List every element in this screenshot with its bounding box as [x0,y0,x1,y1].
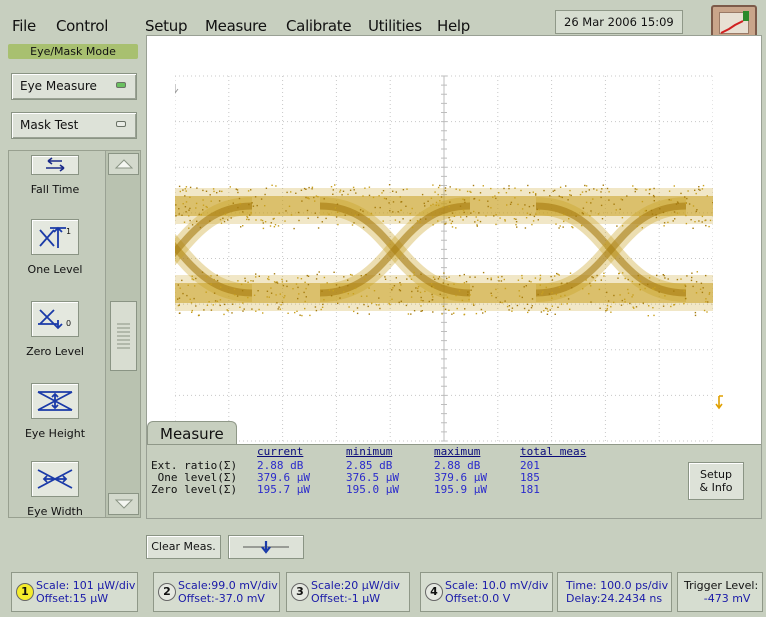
fall-time-tool[interactable]: Fall Time [9,155,101,196]
one-level-icon: 1 [31,219,79,255]
channel-2-text: Scale:99.0 mV/div Offset:-37.0 mV [178,579,278,605]
scroll-up-button[interactable] [108,153,139,175]
setup-info-button[interactable]: Setup & Info [688,462,744,500]
setup-label: Setup [699,468,733,481]
channel-1-status[interactable]: 1 Scale: 101 µW/div Offset:15 µW [11,572,138,612]
led-off-icon [116,121,126,127]
one-level-tool[interactable]: 1 One Level [9,219,101,276]
scroll-thumb[interactable] [110,301,137,371]
menu-control[interactable]: Control [56,17,108,35]
row-minimum: 2.85 dB [346,459,393,472]
row-minimum: 195.0 µW [346,483,399,496]
channel-1-badge: 1 [16,583,34,601]
arrow-down-icon [243,541,289,554]
svg-text:0: 0 [66,319,71,328]
eye-width-icon [31,461,79,497]
row-current: 2.88 dB [257,459,304,472]
info-label: & Info [699,481,733,494]
zero-level-icon: 0 [31,301,79,337]
menu-utilities[interactable]: Utilities [368,17,422,35]
eye-measure-button[interactable]: Eye Measure [11,73,137,100]
row-label: Ext. ratio(Σ) [151,459,238,472]
scroll-down-button[interactable] [108,493,139,515]
datetime-display: 26 Mar 2006 15:09 [555,10,683,34]
eye-width-label: Eye Width [27,505,83,518]
fall-time-label: Fall Time [30,183,80,196]
channel-2-status[interactable]: 2 Scale:99.0 mV/div Offset:-37.0 mV [153,572,280,612]
mask-test-label: Mask Test [20,118,79,132]
menu-file[interactable]: File [12,17,36,35]
header-current: current [257,445,304,458]
row-total: 181 [520,483,540,496]
menu-help[interactable]: Help [437,17,470,35]
row-maximum: 379.6 µW [434,471,487,484]
header-maximum: maximum [434,445,481,458]
arrow-down-button[interactable] [228,535,304,559]
eye-measure-label: Eye Measure [20,79,97,93]
measure-panel: current minimum maximum total meas Ext. … [147,444,761,518]
clear-meas-button[interactable]: Clear Meas. [146,535,221,559]
channel-3-badge: 3 [291,583,309,601]
one-level-label: One Level [27,263,83,276]
trigger-status[interactable]: Trigger Level: -473 mV [677,572,763,612]
row-maximum: 2.88 dB [434,459,481,472]
timebase-text: Time: 100.0 ps/div Delay:24.2434 ns [566,579,669,605]
row-label: Zero level(Σ) [151,483,238,496]
eye-width-tool[interactable]: Eye Width [9,461,101,518]
row-maximum: 195.9 µW [434,483,487,496]
measurement-palette: Fall Time 1 One Level 0 Zero Level Eye H… [8,150,141,518]
mode-label: Eye/Mask Mode [8,44,138,59]
led-on-icon [116,82,126,88]
row-total: 185 [520,471,540,484]
eye-height-icon [31,383,79,419]
channel-2-badge: 2 [158,583,176,601]
zero-level-label: Zero Level [26,345,84,358]
mask-test-button[interactable]: Mask Test [11,112,137,139]
channel-1-text: Scale: 101 µW/div Offset:15 µW [36,579,136,605]
channel-3-status[interactable]: 3 Scale:20 µW/div Offset:-1 µW [286,572,410,612]
timebase-status[interactable]: Time: 100.0 ps/div Delay:24.2434 ns [557,572,672,612]
menu-measure[interactable]: Measure [205,17,267,35]
menu-calibrate[interactable]: Calibrate [286,17,352,35]
channel-4-badge: 4 [425,583,443,601]
row-current: 195.7 µW [257,483,310,496]
channel-4-text: Scale: 10.0 mV/div Offset:0.0 V [445,579,549,605]
row-label: One level(Σ) [151,471,238,484]
channel-3-text: Scale:20 µW/div Offset:-1 µW [311,579,400,605]
row-minimum: 376.5 µW [346,471,399,484]
header-minimum: minimum [346,445,393,458]
trigger-text: Trigger Level: -473 mV [684,579,759,605]
eye-height-label: Eye Height [24,427,86,440]
row-current: 379.6 µW [257,471,310,484]
svg-text:1: 1 [66,227,71,236]
palette-scrollbar[interactable] [105,151,140,517]
zero-level-tool[interactable]: 0 Zero Level [9,301,101,358]
menu-setup[interactable]: Setup [145,17,187,35]
eye-height-tool[interactable]: Eye Height [9,383,101,440]
header-total: total meas [520,445,587,458]
channel-4-status[interactable]: 4 Scale: 10.0 mV/div Offset:0.0 V [420,572,553,612]
row-total: 201 [520,459,540,472]
fall-time-icon [31,155,79,175]
